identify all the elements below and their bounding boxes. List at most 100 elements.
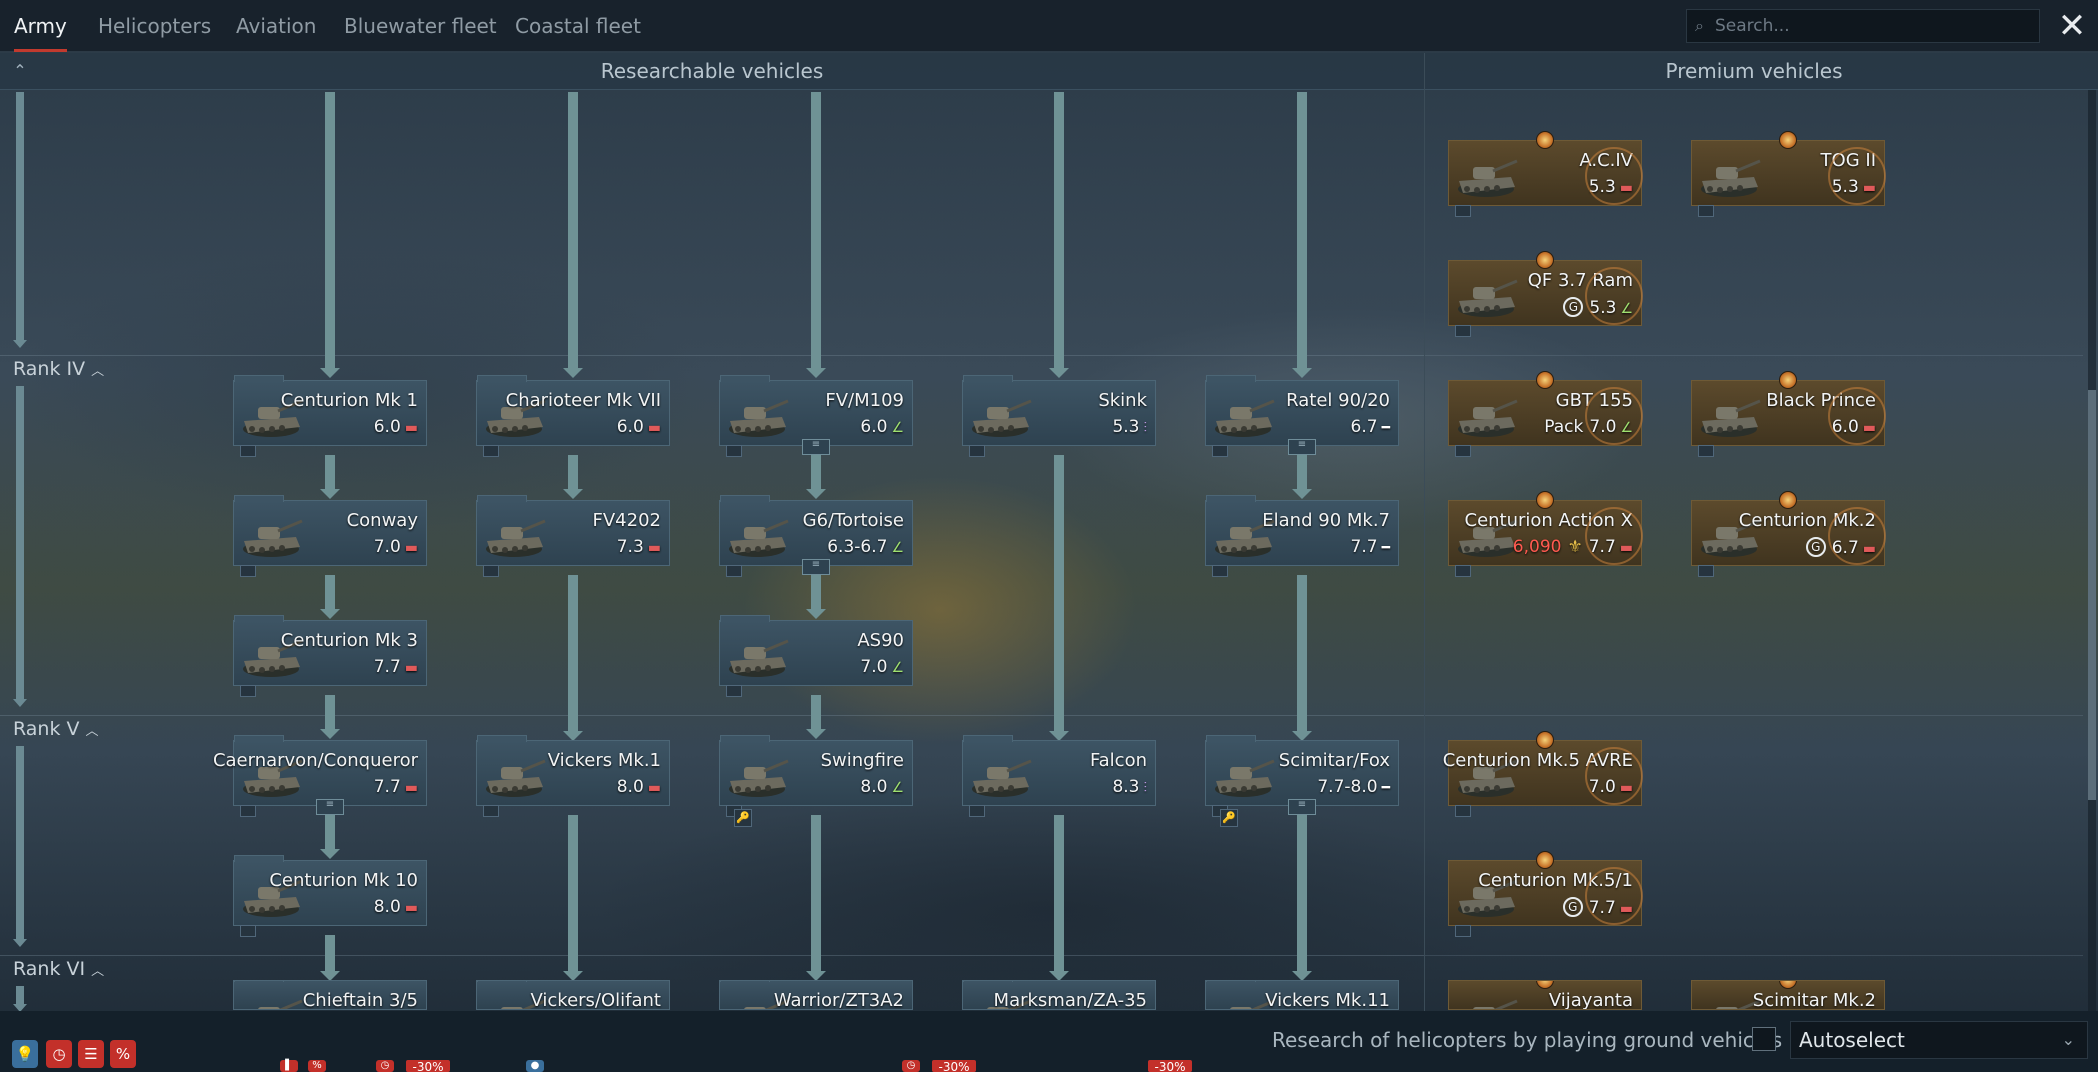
tank-thumbnail-icon (1473, 999, 1518, 1009)
research-bulb-icon[interactable]: 💡 (12, 1040, 38, 1068)
tab-aviation[interactable]: Aviation (236, 0, 316, 52)
battle-rating: 8.0 ▬ (617, 777, 661, 797)
vehicle-card[interactable]: Vijayanta (1448, 980, 1642, 1010)
availability-ring-icon (1828, 147, 1886, 205)
vehicle-card[interactable]: Centurion Mk 3 7.7 ▬ (233, 615, 427, 697)
premium-header: Premium vehicles (1665, 59, 1843, 83)
rank-iv-label[interactable]: Rank IV ︿ (13, 358, 104, 380)
crew-slot-icon (726, 685, 742, 697)
rank-label: Rank IV (13, 358, 86, 380)
card-tab (477, 981, 527, 982)
battle-rating-value: 6.0 (373, 417, 401, 437)
battle-rating: 7.7-8.0 ━ (1317, 777, 1390, 797)
availability-ring-icon (1585, 147, 1643, 205)
scrollbar-thumb[interactable] (2088, 390, 2096, 800)
tab-army[interactable]: Army (14, 0, 67, 52)
vehicle-card[interactable]: Falcon 8.3 ⫶ (962, 735, 1156, 817)
group-folder-icon: ≡ (802, 559, 830, 575)
vehicle-card[interactable]: Vickers Mk.11 (1205, 980, 1399, 1010)
vehicle-card[interactable]: Charioteer Mk VII 6.0 ▬ (476, 375, 670, 457)
tab-helicopters[interactable]: Helicopters (98, 0, 211, 52)
tree-connector (320, 92, 340, 378)
tree-connector (806, 575, 826, 619)
availability-ring-icon (1585, 867, 1643, 925)
researchable-header: Researchable vehicles (600, 59, 824, 83)
section-header-bar: ⌃ Researchable vehicles Premium vehicles (0, 53, 2098, 90)
clock-icon[interactable]: ◷ (46, 1040, 72, 1068)
vehicle-card[interactable]: Centurion Mk.5 AVRE 7.0 ▬ (1443, 731, 1643, 817)
vehicle-name: Falcon (1089, 750, 1147, 771)
vehicle-card[interactable]: Skink 5.3 ⫶ (962, 375, 1156, 457)
vehicle-card[interactable]: FV4202 7.3 ▬ (476, 495, 670, 577)
vehicle-card[interactable]: Black Prince 6.0 ▬ (1691, 371, 1886, 457)
vehicle-name: Caernarvon/Conqueror (212, 750, 418, 771)
vehicle-cost: 6,090 (1512, 537, 1562, 557)
tree-connector (320, 455, 340, 499)
search-input[interactable]: ⌕ Search... (1686, 9, 2040, 43)
vehicle-card[interactable]: A.C.IV 5.3 ▬ (1448, 131, 1643, 217)
vehicle-card[interactable]: Caernarvon/Conqueror 7.7 ▬ ≡ (213, 735, 427, 817)
vehicle-name: Charioteer Mk VII (505, 390, 661, 411)
battle-rating-value: 7.3 (616, 537, 644, 557)
vehicle-card[interactable]: Warrior/ZT3A2 (719, 980, 913, 1010)
vehicle-card[interactable]: Marksman/ZA-35 (962, 980, 1156, 1010)
battle-rating-value: 6.0 (860, 417, 888, 437)
vehicle-card[interactable]: QF 3.7 Ram G 5.3 ∠ (1448, 251, 1643, 337)
vehicle-card[interactable]: Centurion Mk 10 8.0 ▬ (233, 855, 427, 937)
helicopter-research-checkbox[interactable] (1752, 1027, 1776, 1051)
vehicle-card[interactable]: Vickers Mk.1 8.0 ▬ (476, 735, 670, 817)
crew-slot-icon (969, 445, 985, 457)
battle-rating-value: 7.0 (860, 657, 888, 677)
close-icon[interactable]: ✕ (2054, 6, 2090, 46)
rank-vi-label[interactable]: Rank VI ︿ (13, 958, 104, 980)
group-folder-icon: ≡ (802, 439, 830, 455)
vehicle-card[interactable]: AS90 7.0 ∠ (719, 615, 913, 697)
rank-label: Rank VI (13, 958, 86, 980)
battle-rating: 8.0 ▬ (374, 897, 418, 917)
tank-thumbnail-icon (1215, 759, 1275, 797)
group-folder-icon: ≡ (316, 799, 344, 815)
tree-connector (1049, 815, 1069, 981)
vehicle-card[interactable]: TOG II 5.3 ▬ (1691, 131, 1886, 217)
autoselect-dropdown[interactable]: Autoselect ⌄ (1790, 1021, 2088, 1059)
rank-separator (1425, 955, 2083, 956)
card-tab (720, 981, 770, 982)
list-icon[interactable]: ☰ (78, 1040, 104, 1068)
vehicle-card[interactable]: Centurion Mk 1 6.0 ▬ (233, 375, 427, 457)
vehicle-card[interactable]: Conway 7.0 ▬ (233, 495, 427, 577)
heavy-tank-icon: ▬ (647, 420, 661, 436)
vehicle-card[interactable]: Scimitar/Fox 7.7-8.0 ━ ≡ 🔑 (1205, 735, 1399, 827)
tab-bluewater-fleet[interactable]: Bluewater fleet (344, 0, 497, 52)
premium-medal-icon (1536, 491, 1554, 509)
vehicle-card[interactable]: Centurion Mk.5/1 G 7.7 ▬ (1448, 851, 1643, 937)
crew-slot-icon (1212, 445, 1228, 457)
vehicle-card[interactable]: GBT 155 Pack 7.0 ∠ (1448, 371, 1643, 457)
vehicle-card[interactable]: Chieftain 3/5 (233, 980, 427, 1010)
battle-rating-value: 6.3-6.7 (827, 537, 888, 557)
tab-coastal-fleet[interactable]: Coastal fleet (515, 0, 641, 52)
vehicle-card[interactable]: Vickers/Olifant (476, 980, 670, 1010)
crew-slot-icon (483, 805, 499, 817)
chevron-up-icon: ︿ (91, 964, 105, 979)
vehicle-card[interactable]: Centurion Mk.2 G 6.7 ▬ (1691, 491, 1886, 577)
vehicle-card[interactable]: Ratel 90/20 6.7 ━ ≡ (1205, 375, 1399, 457)
rank-v-label[interactable]: Rank V ︿ (13, 718, 99, 740)
vehicle-card[interactable]: Swingfire 8.0 ∠ 🔑 (719, 735, 913, 827)
tank-thumbnail-icon (1458, 399, 1518, 437)
vehicle-card[interactable]: Eland 90 Mk.7 7.7 ━ (1205, 495, 1399, 577)
reward-key-icon: 🔑 (1220, 809, 1238, 827)
tank-thumbnail-icon (1458, 279, 1518, 317)
card-tab (1206, 495, 1256, 502)
heavy-tank-icon: ▬ (404, 540, 418, 556)
tree-connector (1049, 455, 1069, 741)
vehicle-card[interactable]: Centurion Action X 6,090 ⚜ 7.7 ▬ (1448, 491, 1643, 577)
tree-connector (1292, 92, 1312, 378)
crew-slot-icon (1455, 205, 1471, 217)
tree-connector (806, 695, 826, 739)
rank-progress-bar (13, 92, 27, 348)
vehicle-card[interactable]: Scimitar Mk.2 (1691, 980, 1885, 1010)
vehicle-card[interactable]: G6/Tortoise 6.3-6.7 ∠ ≡ (719, 495, 913, 577)
battle-rating-value: 7.7 (373, 657, 401, 677)
vehicle-card[interactable]: FV/M109 6.0 ∠ ≡ (719, 375, 913, 457)
discount-percent-icon[interactable]: % (110, 1040, 136, 1068)
